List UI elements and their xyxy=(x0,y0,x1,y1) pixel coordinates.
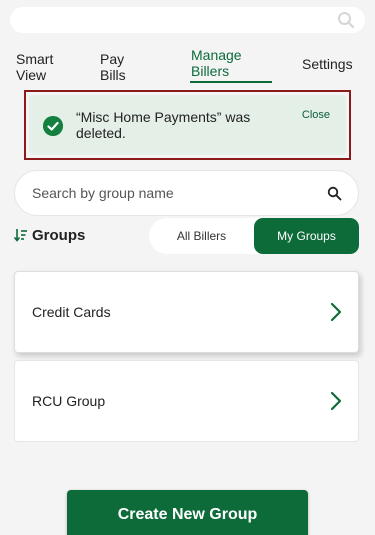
active-tab-indicator xyxy=(190,81,272,83)
group-search-input[interactable] xyxy=(32,183,312,203)
toggle-my-groups[interactable]: My Groups xyxy=(254,218,359,254)
groups-toggle: All Billers My Groups xyxy=(149,218,359,254)
main-nav: Smart View Pay Bills Manage Billers Sett… xyxy=(0,44,375,84)
alert-close-button[interactable]: Close xyxy=(302,109,330,121)
tab-settings[interactable]: Settings xyxy=(302,56,353,72)
search-icon xyxy=(338,12,355,29)
search-icon[interactable] xyxy=(327,186,342,201)
tab-manage-billers[interactable]: Manage Billers xyxy=(191,47,242,79)
check-circle-icon xyxy=(43,116,63,136)
top-search-bar[interactable] xyxy=(10,7,365,33)
group-card[interactable]: Credit Cards xyxy=(14,271,359,353)
groups-title: Groups xyxy=(32,227,86,244)
sort-icon[interactable] xyxy=(14,228,28,242)
group-search-field[interactable] xyxy=(14,170,359,216)
group-card[interactable]: RCU Group xyxy=(14,360,359,442)
success-alert: “Misc Home Payments” was deleted. Close xyxy=(29,95,346,155)
toggle-all-billers[interactable]: All Billers xyxy=(149,218,254,254)
chevron-right-icon xyxy=(330,302,342,322)
group-card-label: RCU Group xyxy=(32,393,106,409)
create-new-group-button[interactable]: Create New Group xyxy=(67,490,308,535)
tab-pay-bills[interactable]: Pay Bills xyxy=(100,51,126,83)
tab-smart-view[interactable]: Smart View xyxy=(16,51,53,83)
alert-message: “Misc Home Payments” was deleted. xyxy=(76,109,251,141)
groups-header: Groups All Billers My Groups xyxy=(14,218,359,254)
chevron-right-icon xyxy=(330,391,342,411)
group-card-label: Credit Cards xyxy=(32,304,111,320)
